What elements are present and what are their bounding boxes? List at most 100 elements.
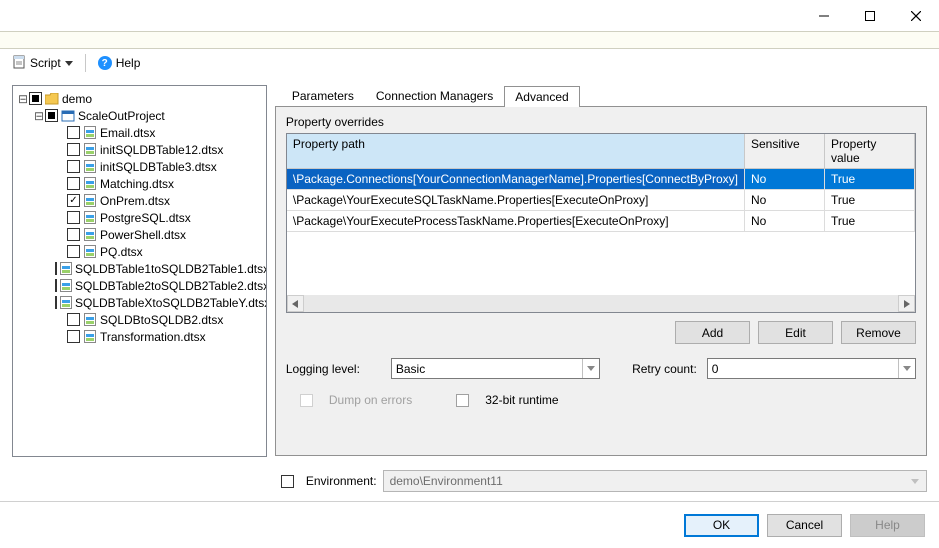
tab-parameters[interactable]: Parameters [281,85,365,106]
tree-item-label: PQ.dtsx [100,244,143,260]
tree-root[interactable]: ⊟ demo [13,90,266,107]
tree-item[interactable]: PQ.dtsx [13,243,266,260]
tree-item[interactable]: SQLDBTable2toSQLDB2Table2.dtsx [13,277,266,294]
tab-label: Parameters [292,89,354,103]
retry-count-value: 0 [712,362,719,376]
checkbox[interactable] [55,296,57,309]
tree-item-label: Transformation.dtsx [100,329,206,345]
tree-item[interactable]: Matching.dtsx [13,175,266,192]
folder-icon [45,93,59,105]
package-icon [83,245,97,258]
tree-item[interactable]: Email.dtsx [13,124,266,141]
tree-project-label: ScaleOutProject [78,108,165,124]
logging-level-select[interactable]: Basic [391,358,600,379]
help-button[interactable]: Help [850,514,925,537]
tree-item[interactable]: PowerShell.dtsx [13,226,266,243]
tree-item[interactable]: initSQLDBTable12.dtsx [13,141,266,158]
checkbox[interactable] [67,160,80,173]
button-label: OK [713,518,730,532]
package-icon [60,296,72,309]
button-label: Edit [785,326,806,340]
tree-project[interactable]: ⊟ ScaleOutProject [13,107,266,124]
property-overrides-label: Property overrides [286,115,916,129]
tree-item[interactable]: initSQLDBTable3.dtsx [13,158,266,175]
chevron-down-icon [582,359,599,378]
environment-value: demo\Environment11 [390,474,503,488]
collapse-icon[interactable]: ⊟ [33,108,45,124]
cell-sensitive: No [745,211,825,232]
package-icon [83,330,97,343]
checkbox[interactable] [67,143,80,156]
close-button[interactable] [893,1,939,31]
checkbox[interactable] [67,330,80,343]
tree-item-label: SQLDBtoSQLDB2.dtsx [100,312,223,328]
tree-item[interactable]: SQLDBtoSQLDB2.dtsx [13,311,266,328]
col-header-value[interactable]: Property value [825,134,915,168]
tab-strip: Parameters Connection Managers Advanced [275,85,927,106]
checkbox[interactable] [67,194,80,207]
button-label: Remove [856,326,901,340]
tree-item[interactable]: OnPrem.dtsx [13,192,266,209]
remove-button[interactable]: Remove [841,321,916,344]
32bit-runtime-checkbox[interactable] [456,394,469,407]
checkbox[interactable] [67,313,80,326]
checkbox[interactable] [29,92,42,105]
checkbox[interactable] [67,126,80,139]
tree-item-label: Email.dtsx [100,125,155,141]
tree-item[interactable]: PostgreSQL.dtsx [13,209,266,226]
checkbox[interactable] [55,262,57,275]
help-label: Help [116,56,141,70]
grid-row[interactable]: \Package\YourExecuteProcessTaskName.Prop… [287,211,915,232]
button-label: Add [702,326,723,340]
col-header-path[interactable]: Property path [287,134,745,168]
maximize-button[interactable] [847,1,893,31]
add-button[interactable]: Add [675,321,750,344]
checkbox[interactable] [45,109,58,122]
checkbox[interactable] [67,177,80,190]
checkbox[interactable] [55,279,57,292]
cell-value: True [825,211,915,232]
tree-item[interactable]: Transformation.dtsx [13,328,266,345]
button-label: Cancel [786,518,823,532]
tree-item-label: SQLDBTable2toSQLDB2Table2.dtsx [75,278,267,294]
package-icon [83,211,97,224]
checkbox[interactable] [67,228,80,241]
cell-path: \Package\YourExecuteProcessTaskName.Prop… [287,211,745,232]
cell-sensitive: No [745,169,825,190]
package-tree[interactable]: ⊟ demo ⊟ ScaleOutProject Email.dtsx [12,85,267,457]
collapse-icon[interactable]: ⊟ [17,91,29,107]
scroll-right-icon[interactable] [898,295,915,312]
tree-item-label: Matching.dtsx [100,176,174,192]
script-dropdown[interactable]: Script [8,53,77,74]
32bit-runtime-label: 32-bit runtime [485,393,558,407]
environment-checkbox[interactable] [281,475,294,488]
tab-label: Connection Managers [376,89,493,103]
checkbox[interactable] [67,211,80,224]
chevron-down-icon [906,472,924,490]
environment-label: Environment: [306,474,377,488]
ok-button[interactable]: OK [684,514,759,537]
cell-value: True [825,190,915,211]
checkbox[interactable] [67,245,80,258]
tree-item[interactable]: SQLDBTable1toSQLDB2Table1.dtsx [13,260,266,277]
horizontal-scrollbar[interactable] [287,295,915,312]
edit-button[interactable]: Edit [758,321,833,344]
scroll-track[interactable] [304,295,898,312]
titlebar [0,1,939,31]
tree-item-label: PowerShell.dtsx [100,227,186,243]
cell-path: \Package\YourExecuteSQLTaskName.Properti… [287,190,745,211]
property-overrides-grid[interactable]: Property path Sensitive Property value \… [286,133,916,313]
cancel-button[interactable]: Cancel [767,514,842,537]
package-icon [83,126,97,139]
grid-row[interactable]: \Package\YourExecuteSQLTaskName.Properti… [287,190,915,211]
tree-item[interactable]: SQLDBTableXtoSQLDB2TableY.dtsx [13,294,266,311]
retry-count-select[interactable]: 0 [707,358,916,379]
grid-row[interactable]: \Package.Connections[YourConnectionManag… [287,169,915,190]
tab-advanced[interactable]: Advanced [504,86,579,107]
tab-connection-managers[interactable]: Connection Managers [365,85,504,106]
help-button[interactable]: ? Help [94,54,145,72]
col-header-sensitive[interactable]: Sensitive [745,134,825,168]
minimize-button[interactable] [801,1,847,31]
scroll-left-icon[interactable] [287,295,304,312]
package-icon [60,262,72,275]
